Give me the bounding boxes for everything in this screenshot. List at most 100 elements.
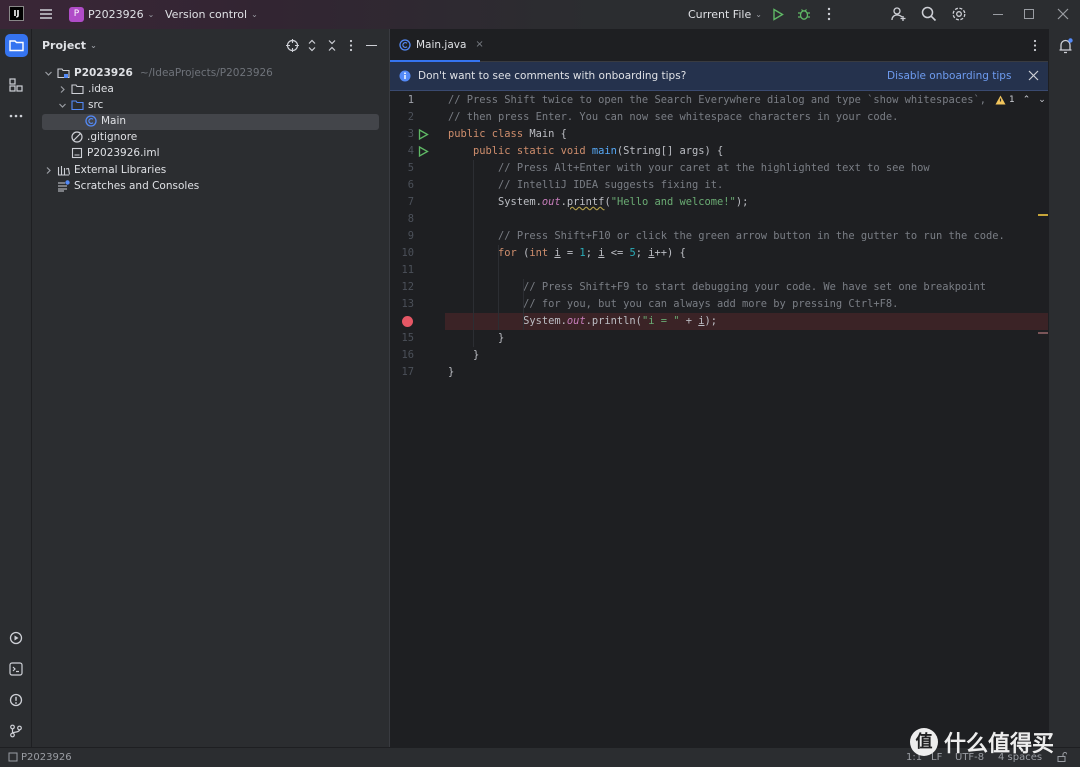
code-line[interactable]: 6 // IntelliJ IDEA suggests fixing it. xyxy=(390,177,1049,194)
services-icon[interactable] xyxy=(9,631,23,645)
breakpoint-marker[interactable] xyxy=(1038,332,1048,334)
tab-main-java[interactable]: Main.java × xyxy=(390,29,484,62)
code-token: } xyxy=(448,349,480,361)
chevron-down-icon[interactable] xyxy=(44,69,53,78)
code-line[interactable]: System.out.println("i = " + i); xyxy=(390,313,1049,330)
code-line[interactable]: 11 xyxy=(390,262,1049,279)
scratches-icon xyxy=(57,180,70,192)
code-line[interactable]: 17} xyxy=(390,364,1049,381)
run-gutter-icon[interactable] xyxy=(418,146,429,157)
line-number[interactable]: 9 xyxy=(390,228,414,245)
tab-close-icon[interactable]: × xyxy=(475,39,483,50)
line-number[interactable]: 8 xyxy=(390,211,414,228)
module-icon xyxy=(8,752,18,762)
code-line[interactable]: 4 public static void main(String[] args)… xyxy=(390,143,1049,160)
code-line[interactable]: 5 // Press Alt+Enter with your caret at … xyxy=(390,160,1049,177)
warning-marker[interactable] xyxy=(1038,214,1048,216)
editor-options-icon[interactable] xyxy=(1033,39,1037,52)
close-icon[interactable] xyxy=(1057,8,1069,20)
next-highlight-icon[interactable]: ⌄ xyxy=(1038,95,1046,105)
run-config-label: Current File xyxy=(688,8,752,21)
collapse-all-icon[interactable] xyxy=(327,39,337,52)
expand-all-icon[interactable] xyxy=(307,39,317,52)
run-gutter-icon[interactable] xyxy=(418,129,429,140)
chevron-right-icon[interactable] xyxy=(58,85,67,94)
code-line[interactable]: 7 System.out.printf("Hello and welcome!"… xyxy=(390,194,1049,211)
line-number[interactable]: 2 xyxy=(390,109,414,126)
run-icon[interactable] xyxy=(772,8,784,21)
project-switcher[interactable]: P P2023926 ⌄ xyxy=(69,7,154,22)
line-number[interactable]: 11 xyxy=(390,262,414,279)
search-icon[interactable] xyxy=(921,6,937,22)
line-number[interactable]: 4 xyxy=(390,143,414,160)
tree-item[interactable]: .gitignore xyxy=(58,129,137,145)
tree-item[interactable]: P2023926 ~/IdeaProjects/P2023926 xyxy=(44,65,273,81)
line-number[interactable]: 6 xyxy=(390,177,414,194)
line-number[interactable]: 5 xyxy=(390,160,414,177)
options-icon[interactable] xyxy=(349,39,353,52)
menu-icon[interactable] xyxy=(39,8,53,20)
chevron-down-icon[interactable] xyxy=(58,101,67,110)
code-line[interactable]: 8 xyxy=(390,211,1049,228)
tree-item[interactable]: Scratches and Consoles xyxy=(44,178,199,194)
chevron-right-icon[interactable] xyxy=(44,166,53,175)
project-badge: P xyxy=(69,7,84,22)
code-line[interactable]: 12 // Press Shift+F9 to start debugging … xyxy=(390,279,1049,296)
code-line[interactable]: 16 } xyxy=(390,347,1049,364)
line-number[interactable]: 12 xyxy=(390,279,414,296)
settings-icon[interactable] xyxy=(951,6,967,22)
tree-item[interactable]: .idea xyxy=(58,81,114,97)
run-config-dropdown[interactable]: Current File ⌄ xyxy=(688,8,762,21)
editor: Main.java × Don't want to see comments w… xyxy=(389,29,1049,747)
code-token: out xyxy=(566,315,586,327)
hide-panel-icon[interactable] xyxy=(366,45,377,46)
banner-close-icon[interactable] xyxy=(1028,70,1039,81)
project-panel-title[interactable]: Project ⌄ xyxy=(42,39,97,52)
lock-icon[interactable] xyxy=(1057,752,1067,762)
watermark: 值 什么值得买 xyxy=(910,726,1054,758)
inspection-widget[interactable]: 1 ⌃ ⌄ xyxy=(995,95,1046,105)
maximize-icon[interactable] xyxy=(1024,9,1034,19)
line-number[interactable]: 17 xyxy=(390,364,414,381)
code-line[interactable]: 10 for (int i = 1; i <= 5; i++) { xyxy=(390,245,1049,262)
code-line[interactable]: 15 } xyxy=(390,330,1049,347)
line-number[interactable]: 16 xyxy=(390,347,414,364)
previous-highlight-icon[interactable]: ⌃ xyxy=(1023,95,1031,105)
problems-icon[interactable] xyxy=(9,693,23,707)
more-icon[interactable] xyxy=(827,7,831,21)
locate-icon[interactable] xyxy=(286,39,299,52)
tree-item[interactable]: External Libraries xyxy=(44,162,166,178)
line-number[interactable]: 13 xyxy=(390,296,414,313)
structure-icon[interactable] xyxy=(9,78,23,92)
line-number[interactable]: 7 xyxy=(390,194,414,211)
code-line[interactable]: 3 public class Main { xyxy=(390,126,1049,143)
source-folder-icon xyxy=(71,99,84,111)
code-line[interactable]: 9 // Press Shift+F10 or click the green … xyxy=(390,228,1049,245)
tree-item[interactable]: P2023926.iml xyxy=(58,145,160,161)
disable-tips-link[interactable]: Disable onboarding tips xyxy=(887,70,1011,82)
code-line[interactable]: 1 // Press Shift twice to open the Search… xyxy=(390,92,1049,109)
debug-icon[interactable] xyxy=(797,7,811,21)
vcs-dropdown[interactable]: Version control ⌄ xyxy=(165,8,258,21)
terminal-icon[interactable] xyxy=(9,662,23,676)
line-number[interactable]: 10 xyxy=(390,245,414,262)
code-token: // Press Alt+Enter with your caret at th… xyxy=(448,162,930,174)
line-number[interactable]: 15 xyxy=(390,330,414,347)
code-line[interactable]: 13 // for you, but you can always add mo… xyxy=(390,296,1049,313)
breakpoint-icon[interactable] xyxy=(402,316,413,327)
git-icon[interactable] xyxy=(9,724,23,738)
project-folder-icon xyxy=(57,67,70,79)
add-user-icon[interactable] xyxy=(891,6,907,22)
status-breadcrumb[interactable]: P2023926 xyxy=(21,752,72,763)
line-number[interactable]: 1 xyxy=(390,92,414,109)
tree-item[interactable]: Main xyxy=(72,113,126,129)
line-number[interactable]: 3 xyxy=(390,126,414,143)
code-token: ); xyxy=(704,315,718,327)
tree-item[interactable]: src xyxy=(58,97,103,113)
more-tools-icon[interactable] xyxy=(9,114,23,118)
notifications-icon[interactable] xyxy=(1058,38,1074,54)
minimize-icon[interactable] xyxy=(993,14,1003,15)
code-line[interactable]: 2 // then press Enter. You can now see wh… xyxy=(390,109,1049,126)
project-tool-button[interactable] xyxy=(5,34,28,57)
indent-guide xyxy=(498,245,499,330)
